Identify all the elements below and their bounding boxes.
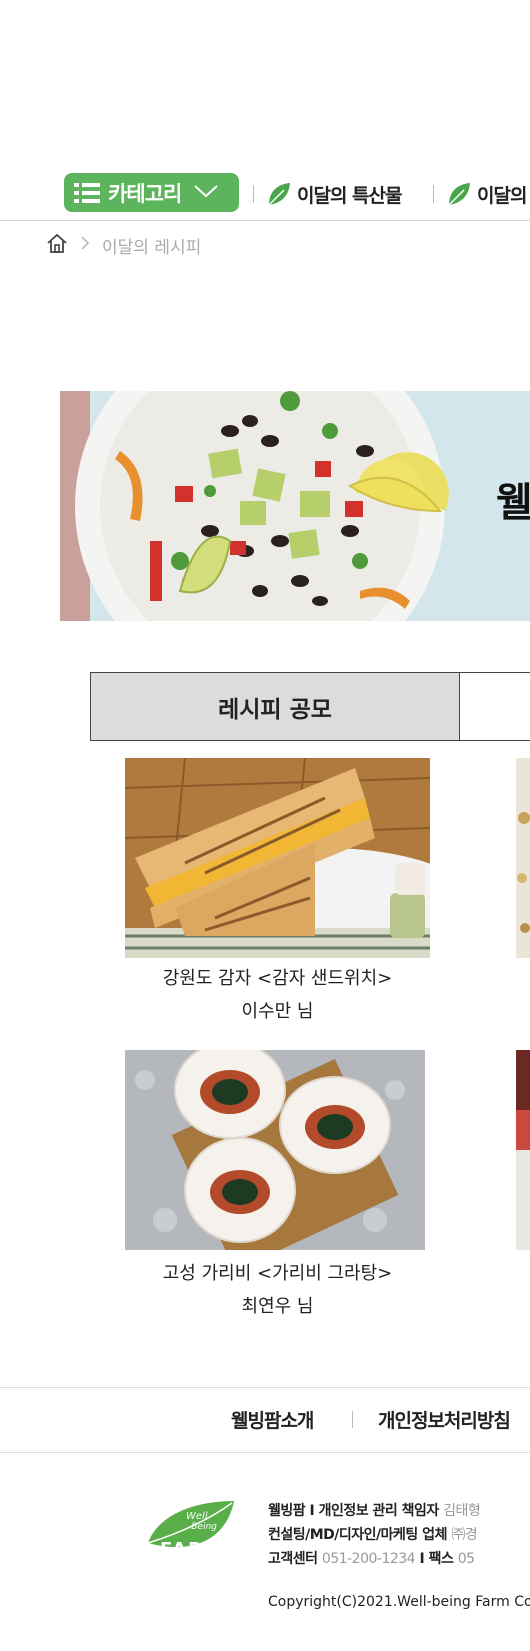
footer-link-divider (352, 1411, 353, 1428)
leaf-icon (448, 183, 470, 206)
svg-text:-Being: -Being (188, 1522, 217, 1532)
consulting-company: ㈜경 (451, 1527, 478, 1543)
recipe-image-potato-sandwich[interactable] (125, 758, 430, 958)
banner-image (60, 391, 530, 621)
recipe-author: 최연우 님 (241, 1296, 314, 1317)
svg-text:FARM: FARM (160, 1539, 224, 1560)
chevron-right-icon (80, 235, 90, 256)
recipe-title[interactable]: 고성 가리비 <가리비 그라탕> (125, 1259, 430, 1285)
svg-text:Well: Well (186, 1511, 208, 1522)
chevron-down-icon (193, 183, 219, 203)
customer-center-phone: 051-200-1234 (321, 1551, 416, 1567)
nav-item-label: 이달의 특산물 (297, 184, 402, 207)
privacy-officer-name: 김태형 (443, 1503, 481, 1519)
farm-logo: Well -Being FARM (144, 1495, 240, 1565)
copyright: Copyright(C)2021.Well-being Farm Co (268, 1594, 530, 1610)
home-icon[interactable] (46, 232, 68, 259)
nav-item-label: 이달의 (477, 184, 527, 207)
fax-label: 팩스 (428, 1551, 454, 1567)
footer-link-about[interactable]: 웰빙팜소개 (231, 1406, 314, 1433)
info-separator: I (419, 1551, 425, 1567)
fax-number: 05 (457, 1551, 475, 1567)
footer-divider (0, 1452, 530, 1453)
list-icon (74, 181, 100, 205)
footer-link-privacy[interactable]: 개인정보처리방침 (378, 1406, 511, 1433)
info-separator: I (309, 1503, 315, 1519)
recipe-image-partial[interactable] (516, 1050, 530, 1250)
nav-divider-line (0, 220, 530, 221)
nav-item-monthly-specialty[interactable]: 이달의 특산물 (266, 180, 402, 208)
nav-divider (253, 185, 254, 203)
footer-info-line3: 고객센터 051-200-1234 I 팩스 05 (268, 1548, 475, 1568)
breadcrumb-current: 이달의 레시피 (102, 238, 202, 258)
tab-next[interactable] (460, 672, 530, 741)
breadcrumb: 이달의 레시피 (46, 232, 201, 259)
customer-center-label: 고객센터 (268, 1551, 318, 1567)
footer-info-line2: 컨설팅/MD/디자인/마케팅 업체 ㈜경 (268, 1524, 478, 1544)
recipe-author: 이수만 님 (241, 1001, 314, 1022)
category-button[interactable]: 카테고리 (64, 173, 239, 212)
nav-item-monthly-recipe[interactable]: 이달의 (446, 180, 527, 208)
recipe-title[interactable]: 강원도 감자 <감자 샌드위치> (125, 964, 430, 990)
consulting-label: 컨설팅/MD/디자인/마케팅 업체 (268, 1527, 447, 1543)
tab-label: 레시피 공모 (218, 696, 332, 723)
banner-title: 웰 (496, 480, 530, 526)
recipe-image-scallop-gratin[interactable] (125, 1050, 425, 1250)
nav-divider (433, 185, 434, 203)
category-label: 카테고리 (108, 181, 182, 206)
leaf-icon (268, 183, 290, 206)
tab-recipe-contest[interactable]: 레시피 공모 (90, 672, 460, 741)
footer-divider (0, 1387, 530, 1388)
company-name: 웰빙팜 (268, 1503, 306, 1519)
footer-info-line1: 웰빙팜 I 개인정보 관리 책임자 김태형 (268, 1500, 481, 1520)
privacy-officer-label: 개인정보 관리 책임자 (318, 1503, 440, 1519)
recipe-image-partial[interactable] (516, 758, 530, 958)
